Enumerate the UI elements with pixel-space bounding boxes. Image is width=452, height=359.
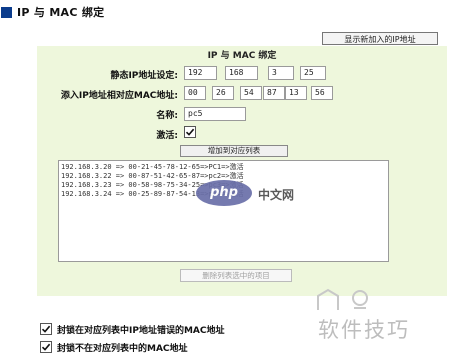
- ip-octet-2[interactable]: 168: [225, 66, 258, 80]
- add-to-list-button[interactable]: 增加到对应列表: [180, 145, 288, 157]
- block-unlisted-mac-checkbox[interactable]: [40, 341, 52, 353]
- static-ip-label: 静态IP地址设定:: [110, 71, 178, 81]
- activate-label: 激活:: [156, 131, 178, 141]
- checkmark-icon: [41, 343, 51, 351]
- mac-part-2[interactable]: 26: [212, 86, 234, 100]
- name-label: 名称:: [156, 111, 178, 121]
- block-wrong-mac-label: 封锁在对应列表中IP地址错误的MAC地址: [57, 325, 225, 336]
- ip-octet-3[interactable]: 3: [268, 66, 294, 80]
- checkmark-icon: [185, 128, 195, 136]
- page-title: IP 与 MAC 绑定: [17, 6, 105, 19]
- mac-part-1[interactable]: 00: [184, 86, 206, 100]
- show-new-ip-button[interactable]: 显示新加入的IP地址: [322, 32, 438, 45]
- option-block-unlisted-mac: 封锁不在对应列表中的MAC地址: [40, 340, 188, 354]
- brand-watermark-icon: [317, 288, 368, 310]
- header-square-icon: [1, 6, 12, 18]
- mac-part-4[interactable]: 87: [263, 86, 285, 100]
- block-unlisted-mac-label: 封锁不在对应列表中的MAC地址: [57, 343, 188, 354]
- activate-checkbox[interactable]: [184, 126, 196, 138]
- ip-octet-1[interactable]: 192: [184, 66, 217, 80]
- binding-list[interactable]: 192.168.3.20 => 00-21-45-78-12-65=>PC1=>…: [58, 160, 389, 262]
- php-watermark-logo: php: [196, 180, 252, 206]
- mac-part-3[interactable]: 54: [240, 86, 262, 100]
- option-block-wrong-mac: 封锁在对应列表中IP地址错误的MAC地址: [40, 322, 224, 336]
- block-wrong-mac-checkbox[interactable]: [40, 323, 52, 335]
- php-watermark-text: 中文网: [258, 188, 295, 202]
- page-header: IP 与 MAC 绑定: [0, 3, 104, 21]
- mac-part-6[interactable]: 56: [311, 86, 333, 100]
- delete-selected-button[interactable]: 删除列表选中的项目: [180, 269, 292, 282]
- mac-label: 添入IP地址相对应MAC地址:: [60, 91, 178, 101]
- panel-title: IP 与 MAC 绑定: [207, 51, 277, 61]
- list-item[interactable]: 192.168.3.20 => 00-21-45-78-12-65=>PC1=>…: [61, 163, 386, 172]
- mac-part-5[interactable]: 13: [285, 86, 307, 100]
- checkmark-icon: [41, 325, 51, 333]
- brand-watermark-text: 软件技巧: [318, 318, 410, 342]
- ip-octet-4[interactable]: 25: [300, 66, 326, 80]
- name-input[interactable]: pc5: [184, 107, 246, 121]
